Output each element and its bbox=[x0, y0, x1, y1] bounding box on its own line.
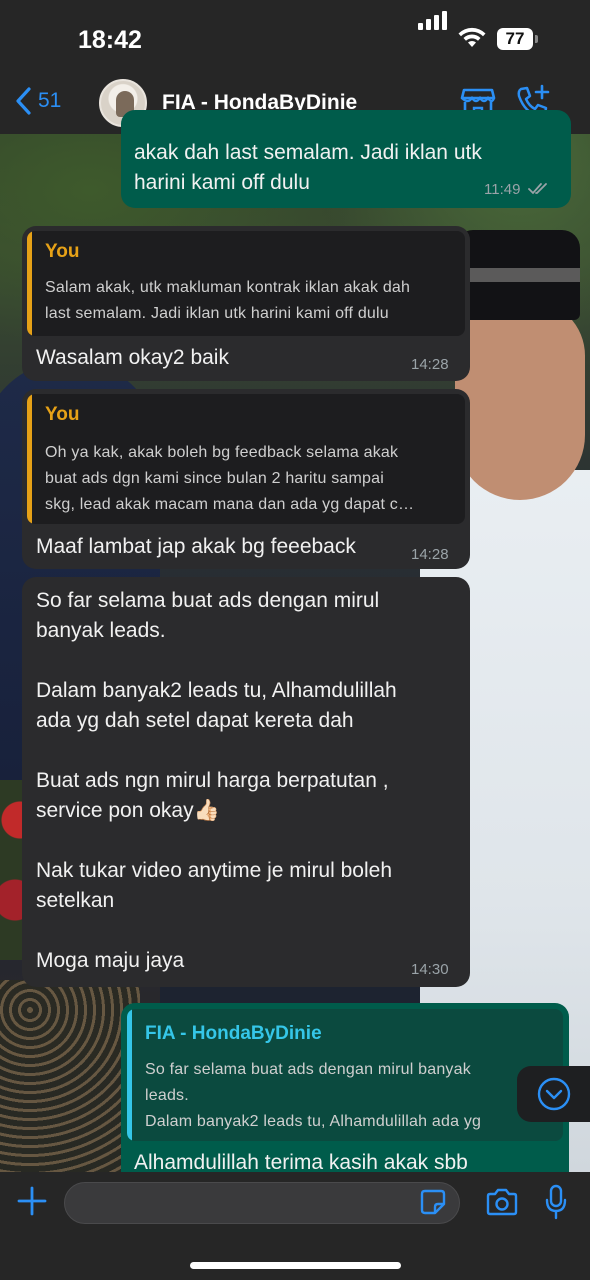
message-text: akak dah last semalam. Jadi iklan utk ha… bbox=[134, 141, 482, 194]
back-button[interactable]: 51 bbox=[14, 86, 61, 116]
camera-icon[interactable] bbox=[485, 1188, 519, 1216]
message-bubble-incoming[interactable]: So far selama buat ads dengan mirul bany… bbox=[22, 577, 470, 987]
unread-count: 51 bbox=[38, 89, 62, 112]
battery-level: 77 bbox=[497, 28, 533, 50]
message-bubble-outgoing[interactable]: FIA - HondaByDinie So far selama buat ad… bbox=[121, 1003, 569, 1193]
status-bar: 18:42 77 bbox=[0, 0, 590, 70]
wallpaper-lace bbox=[0, 980, 140, 1180]
plus-icon[interactable] bbox=[16, 1185, 48, 1217]
status-time: 18:42 bbox=[78, 26, 142, 54]
quoted-message[interactable]: FIA - HondaByDinie So far selama buat ad… bbox=[127, 1009, 563, 1141]
message-time: 11:49 bbox=[484, 181, 550, 198]
message-time: 14:28 bbox=[411, 546, 449, 563]
wallpaper-groom-face bbox=[455, 300, 585, 500]
message-text: Maaf lambat jap akak bg feeeback bbox=[36, 535, 356, 558]
message-bubble-outgoing[interactable]: akak dah last semalam. Jadi iklan utk ha… bbox=[121, 110, 571, 208]
double-check-icon bbox=[527, 183, 547, 195]
chevron-down-circle-icon bbox=[537, 1077, 571, 1111]
message-bubble-incoming[interactable]: You Salam akak, utk makluman kontrak ikl… bbox=[22, 226, 470, 381]
quoted-message[interactable]: You Salam akak, utk makluman kontrak ikl… bbox=[27, 231, 465, 336]
message-input[interactable] bbox=[64, 1182, 460, 1224]
quote-author: You bbox=[45, 404, 80, 425]
message-time: 14:28 bbox=[411, 356, 449, 373]
quote-text: Salam akak, utk makluman kontrak iklan a… bbox=[45, 279, 411, 322]
quoted-message[interactable]: You Oh ya kak, akak boleh bg feedback se… bbox=[27, 394, 465, 524]
quote-author: You bbox=[45, 241, 80, 262]
battery-tip bbox=[535, 35, 538, 43]
quote-accent-bar bbox=[27, 394, 32, 524]
quote-text: Oh ya kak, akak boleh bg feedback selama… bbox=[45, 444, 415, 513]
scroll-to-bottom-button[interactable] bbox=[517, 1066, 590, 1122]
wallpaper-cap-band bbox=[455, 268, 580, 282]
quote-accent-bar bbox=[127, 1009, 132, 1141]
home-indicator bbox=[190, 1262, 401, 1269]
message-bubble-incoming[interactable]: You Oh ya kak, akak boleh bg feedback se… bbox=[22, 389, 470, 569]
message-time: 14:30 bbox=[411, 961, 449, 978]
chevron-left-icon bbox=[16, 87, 31, 115]
message-input-bar bbox=[0, 1172, 590, 1280]
message-text: Wasalam okay2 baik bbox=[36, 346, 229, 369]
sticker-icon[interactable] bbox=[420, 1189, 446, 1215]
quote-accent-bar bbox=[27, 231, 32, 336]
quote-text: So far selama buat ads dengan mirul bany… bbox=[145, 1061, 482, 1130]
wifi-icon bbox=[458, 27, 486, 47]
microphone-icon[interactable] bbox=[544, 1184, 568, 1220]
message-text: So far selama buat ads dengan mirul bany… bbox=[36, 589, 397, 972]
quote-author: FIA - HondaByDinie bbox=[145, 1023, 322, 1044]
